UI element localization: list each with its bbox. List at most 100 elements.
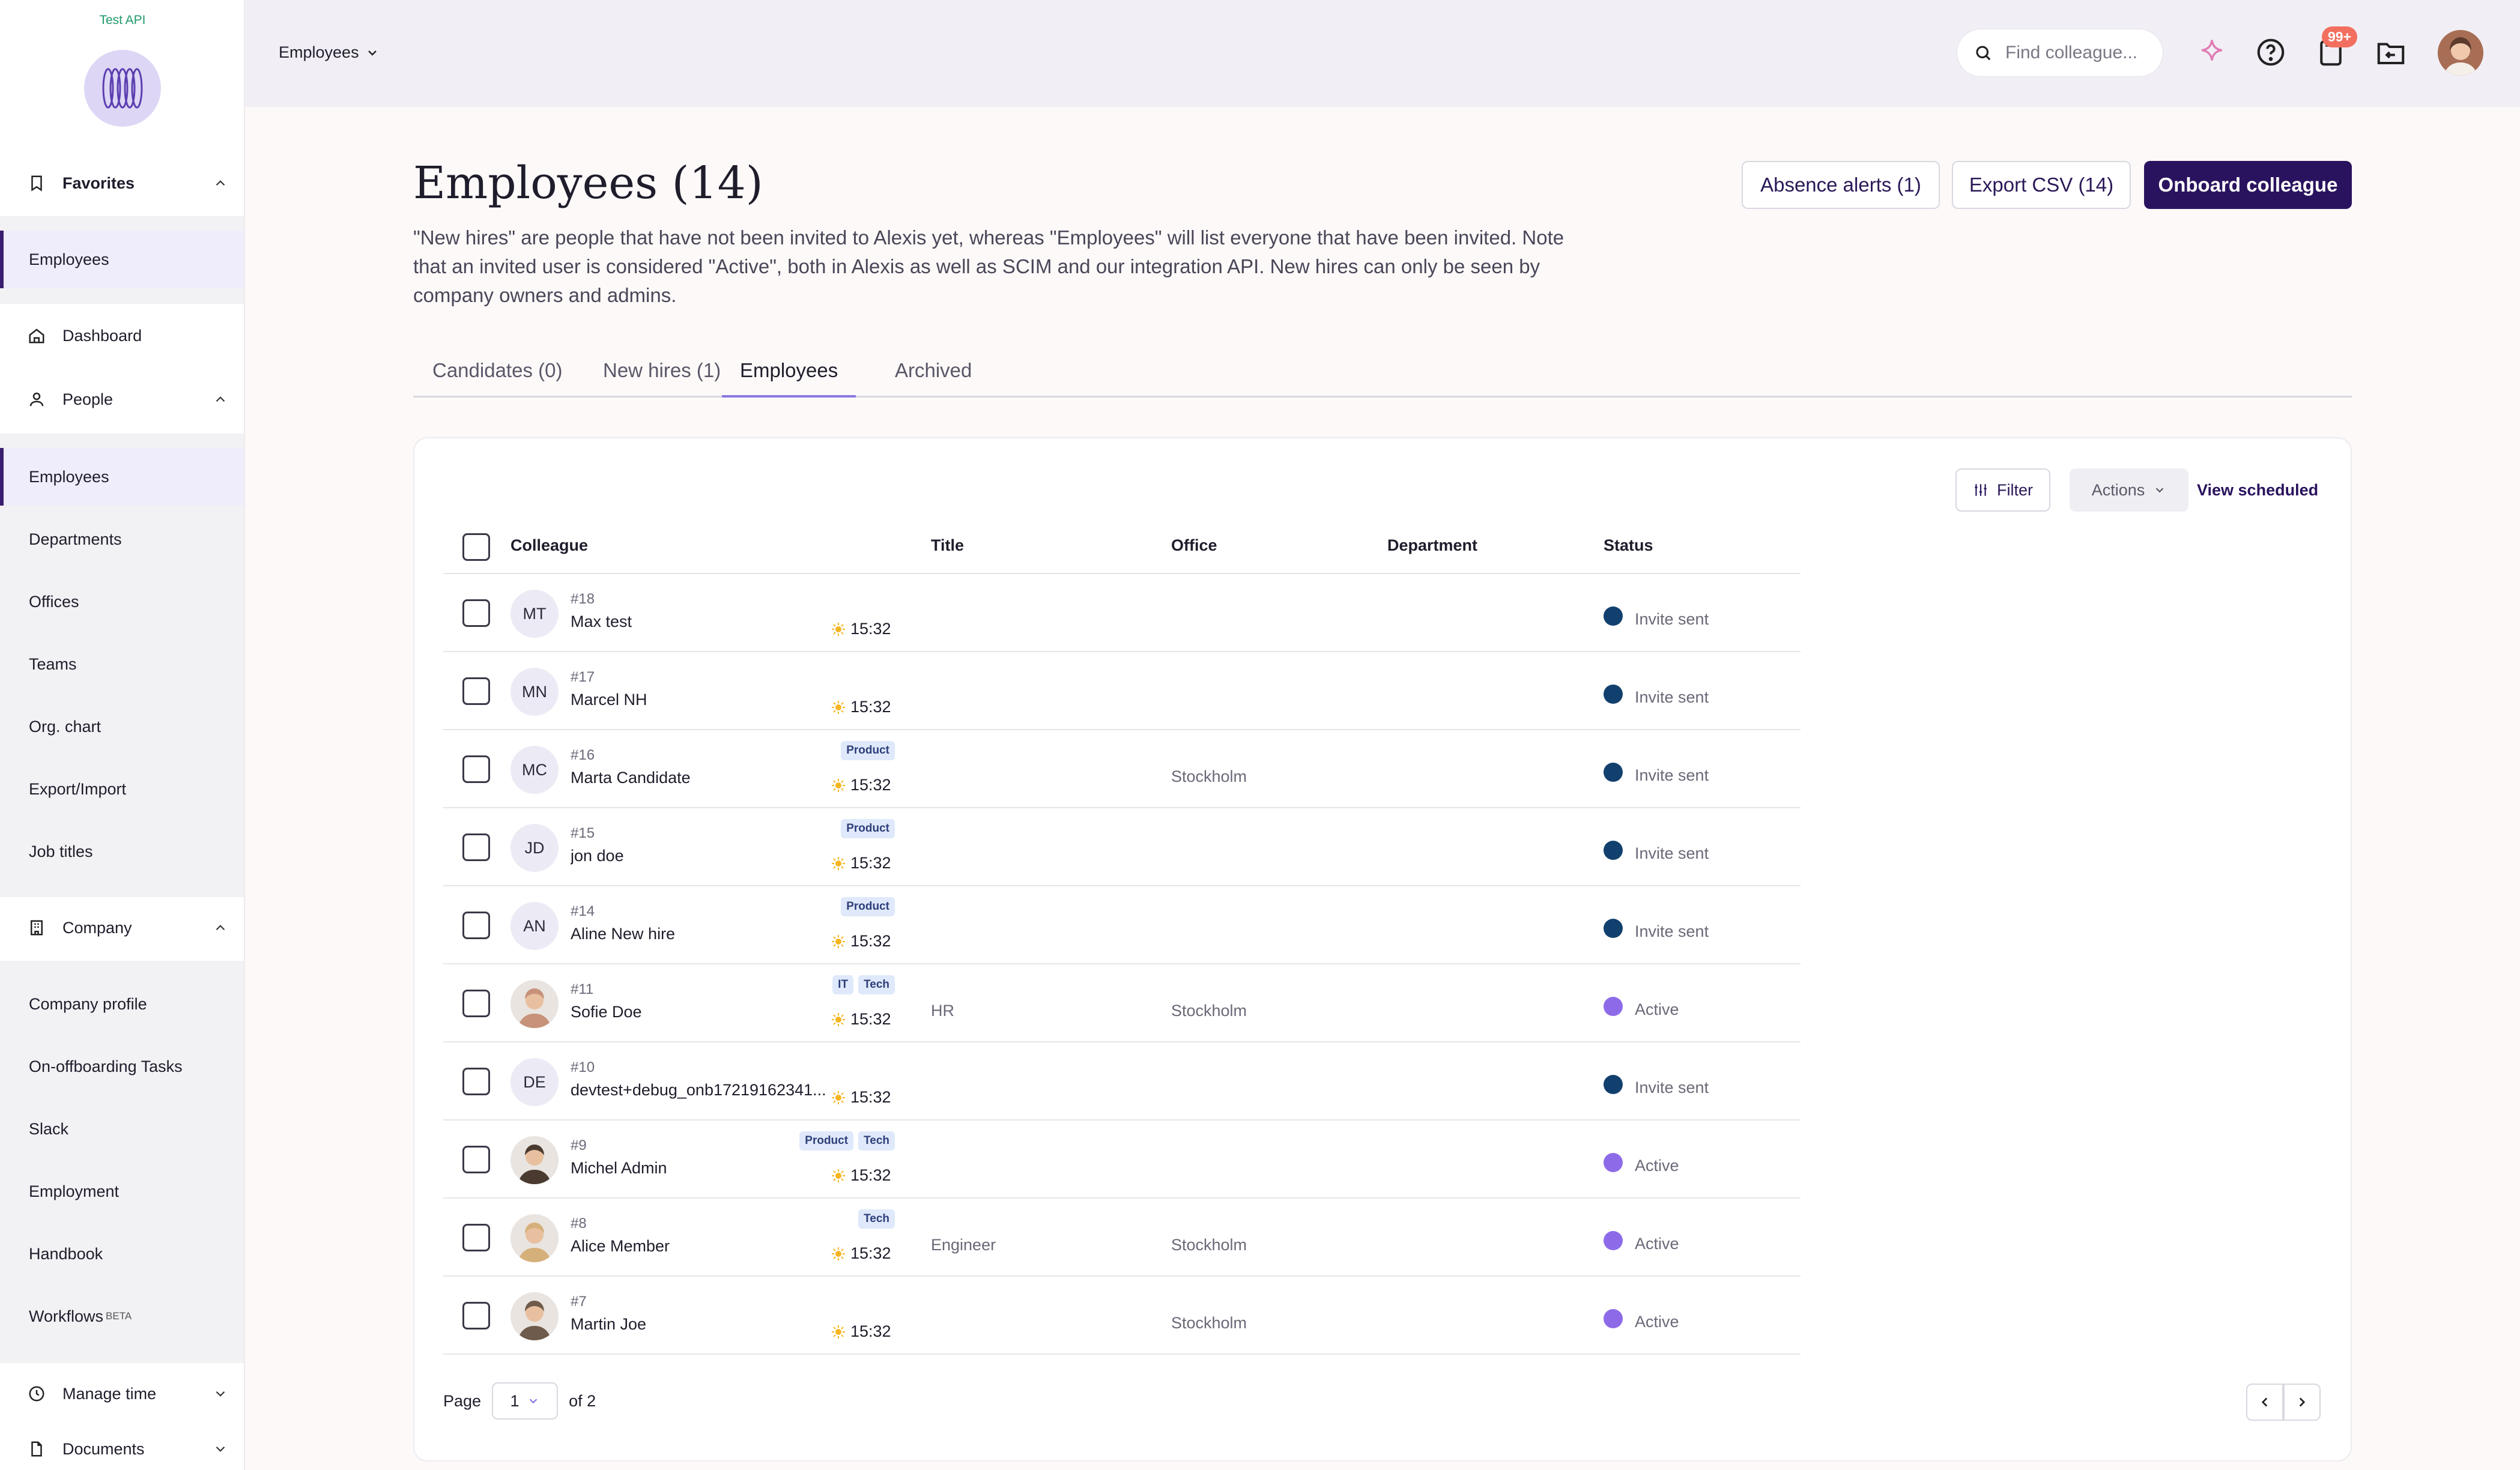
sidebar-section-manage-time[interactable]: Manage time	[0, 1366, 245, 1422]
avatar: MT	[510, 590, 559, 638]
table-row[interactable]: MC #16 Marta Candidate Product 15:32 Stockhol…	[443, 730, 1801, 808]
local-time: 15:32	[831, 698, 891, 716]
status-dot	[1604, 1231, 1623, 1250]
column-header-department[interactable]: Department	[1387, 536, 1477, 555]
table-row[interactable]: DE #10 devtest+debug_onb17219162341... 15:3…	[443, 1042, 1801, 1121]
table-row[interactable]: MN #17 Marcel NH 15:32 Invite sent	[443, 652, 1801, 730]
sidebar-item-export-import[interactable]: Export/Import	[0, 760, 244, 818]
table-row[interactable]: AN #14 Aline New hire Product 15:32 Invite se…	[443, 886, 1801, 964]
table-row[interactable]: #11 Sofie Doe IT Tech 15:32 HR Stockholm Active	[443, 964, 1801, 1042]
column-header-office[interactable]: Office	[1171, 536, 1217, 555]
sidebar-item-dashboard[interactable]: Dashboard	[0, 307, 245, 364]
status-dot	[1604, 763, 1623, 782]
select-all-checkbox[interactable]	[462, 533, 490, 561]
absence-alerts-button[interactable]: Absence alerts (1)	[1742, 161, 1940, 209]
sidebar-item-workflows[interactable]: Workflows BETA	[0, 1287, 244, 1345]
sidebar-section-label: Favorites	[62, 174, 135, 192]
employee-name[interactable]: Max test	[571, 612, 829, 631]
employee-name[interactable]: Michel Admin	[571, 1159, 829, 1178]
sidebar-section-label: Manage time	[62, 1384, 157, 1403]
sidebar-item-label: Departments	[29, 530, 122, 548]
sidebar-item-teams[interactable]: Teams	[0, 635, 244, 693]
sparkle-icon[interactable]	[2196, 36, 2228, 68]
sidebar-item-employees[interactable]: Employees	[0, 448, 244, 506]
sidebar-item-handbook[interactable]: Handbook	[0, 1225, 244, 1283]
actions-dropdown[interactable]: Actions	[2070, 468, 2188, 512]
row-checkbox[interactable]	[462, 1224, 490, 1251]
table-row[interactable]: MT #18 Max test 15:32 Invite sent	[443, 574, 1801, 652]
tab-candidates[interactable]: Candidates (0)	[432, 359, 562, 398]
employee-name[interactable]: devtest+debug_onb17219162341...	[571, 1081, 829, 1099]
local-time-value: 15:32	[850, 1322, 891, 1340]
team-tags: Product	[841, 819, 895, 838]
sidebar-item-company-profile[interactable]: Company profile	[0, 975, 244, 1033]
sidebar-section-favorites[interactable]: Favorites	[0, 155, 245, 211]
sidebar-item-favorite-employees[interactable]: Employees	[0, 231, 244, 288]
row-checkbox[interactable]	[462, 990, 490, 1017]
employee-name[interactable]: jon doe	[571, 847, 829, 865]
folder-return-icon[interactable]	[2375, 36, 2407, 68]
row-checkbox[interactable]	[462, 1302, 490, 1329]
workspace-dropdown[interactable]: Employees	[279, 43, 380, 62]
table-row[interactable]: JD #15 jon doe Product 15:32 Invite sent	[443, 808, 1801, 886]
row-checkbox[interactable]	[462, 755, 490, 783]
row-checkbox[interactable]	[462, 1146, 490, 1173]
sidebar-section-company[interactable]: Company	[0, 900, 245, 956]
employee-name[interactable]: Marcel NH	[571, 691, 829, 709]
sidebar-item-label: Employment	[29, 1182, 120, 1200]
sidebar-section-label: Company	[62, 918, 132, 937]
row-checkbox[interactable]	[462, 833, 490, 861]
office: Stockholm	[1171, 1314, 1247, 1332]
sidebar-item-label: Offices	[29, 592, 79, 611]
sidebar-section-people[interactable]: People	[0, 371, 245, 428]
employee-name[interactable]: Sofie Doe	[571, 1003, 829, 1021]
row-checkbox[interactable]	[462, 599, 490, 627]
user-avatar[interactable]	[2438, 30, 2483, 76]
employee-name[interactable]: Marta Candidate	[571, 769, 829, 787]
status-dot	[1604, 841, 1623, 860]
employee-name[interactable]: Martin Joe	[571, 1315, 829, 1334]
sidebar-item-org-chart[interactable]: Org. chart	[0, 698, 244, 755]
sidebar-item-employment[interactable]: Employment	[0, 1163, 244, 1220]
view-scheduled-link[interactable]: View scheduled	[2197, 468, 2318, 512]
sidebar-section-documents[interactable]: Documents	[0, 1428, 245, 1470]
table-row[interactable]: #9 Michel Admin Product Tech 15:32 Active	[443, 1121, 1801, 1199]
help-icon[interactable]	[2255, 36, 2287, 68]
status-label: Active	[1635, 1235, 1679, 1253]
column-header-title[interactable]: Title	[931, 536, 964, 555]
filter-button[interactable]: Filter	[1955, 468, 2050, 512]
sidebar-item-offices[interactable]: Offices	[0, 573, 244, 631]
sidebar-item-label: On-offboarding Tasks	[29, 1057, 183, 1075]
status-label: Invite sent	[1635, 844, 1709, 862]
sun-icon	[831, 622, 846, 637]
sidebar-item-job-titles[interactable]: Job titles	[0, 823, 244, 880]
status-label: Active	[1635, 1313, 1679, 1331]
column-header-status[interactable]: Status	[1604, 536, 1653, 555]
table-row[interactable]: #7 Martin Joe 15:32 Stockholm Active	[443, 1277, 1801, 1355]
row-checkbox[interactable]	[462, 912, 490, 939]
tab-new-hires[interactable]: New hires (1)	[603, 359, 721, 398]
sliders-icon	[1973, 482, 1988, 498]
sidebar-item-slack[interactable]: Slack	[0, 1100, 244, 1158]
company-logo[interactable]	[84, 50, 161, 127]
avatar: MC	[510, 746, 559, 794]
previous-page-button[interactable]	[2246, 1384, 2283, 1421]
onboard-colleague-button[interactable]: Onboard colleague	[2144, 161, 2352, 209]
export-csv-button[interactable]: Export CSV (14)	[1952, 161, 2131, 209]
next-page-button[interactable]	[2283, 1384, 2321, 1421]
table-row[interactable]: #8 Alice Member Tech 15:32 Engineer Stockholm…	[443, 1199, 1801, 1277]
sidebar-item-onoffboarding-tasks[interactable]: On-offboarding Tasks	[0, 1038, 244, 1095]
column-header-colleague[interactable]: Colleague	[510, 536, 588, 555]
row-checkbox[interactable]	[462, 1068, 490, 1095]
employee-name[interactable]: Alice Member	[571, 1237, 829, 1256]
search-input[interactable]: Find colleague...	[1957, 29, 2163, 77]
sidebar-section-label: Documents	[62, 1439, 145, 1458]
row-checkbox[interactable]	[462, 677, 490, 705]
page-select[interactable]: 1	[492, 1382, 559, 1420]
local-time: 15:32	[831, 1088, 891, 1107]
tab-archived[interactable]: Archived	[895, 359, 972, 398]
sun-icon	[831, 1169, 846, 1183]
employee-name[interactable]: Aline New hire	[571, 925, 829, 943]
sidebar-item-departments[interactable]: Departments	[0, 510, 244, 568]
tab-employees[interactable]: Employees	[722, 359, 856, 398]
